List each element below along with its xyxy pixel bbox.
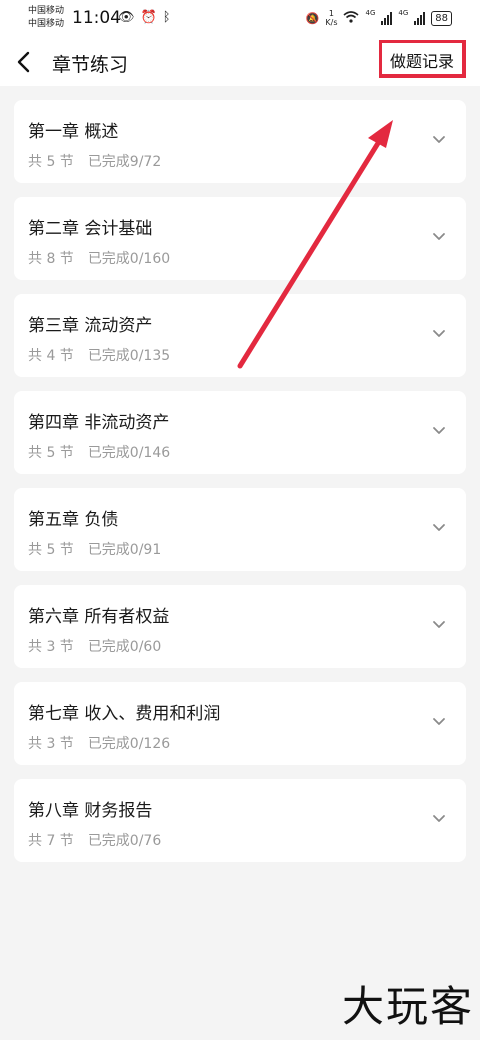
chapter-title: 第八章 财务报告 [28, 801, 153, 821]
alarm-icon: ⏰ [140, 10, 157, 25]
status-time: 11:04 [72, 8, 121, 28]
chapter-progress: 已完成0/91 [87, 542, 162, 558]
chapter-meta: 共 7 节已完成0/76 [28, 830, 161, 850]
chapter-section-count: 共 5 节 [28, 542, 74, 558]
chapter-card[interactable]: 第八章 财务报告 共 7 节已完成0/76 [14, 779, 466, 862]
chapter-card[interactable]: 第六章 所有者权益 共 3 节已完成0/60 [14, 585, 466, 668]
practice-record-button[interactable]: 做题记录 [378, 40, 466, 78]
chapter-card[interactable]: 第五章 负债 共 5 节已完成0/91 [14, 488, 466, 571]
chevron-down-icon[interactable] [432, 329, 446, 339]
chapter-meta: 共 3 节已完成0/60 [28, 636, 161, 656]
chapter-progress: 已完成0/146 [87, 445, 171, 461]
chapter-progress: 已完成0/160 [87, 251, 171, 267]
chevron-down-icon[interactable] [432, 620, 446, 630]
back-button[interactable] [12, 46, 40, 78]
signal-icon [414, 11, 426, 25]
chapter-card[interactable]: 第七章 收入、费用和利润 共 3 节已完成0/126 [14, 682, 466, 765]
chapter-progress: 已完成0/126 [87, 736, 171, 752]
chapter-meta: 共 5 节已完成0/146 [28, 442, 170, 462]
chapter-section-count: 共 8 节 [28, 251, 74, 267]
chapter-title: 第二章 会计基础 [28, 219, 153, 239]
chapter-section-count: 共 7 节 [28, 833, 74, 849]
chapter-card[interactable]: 第三章 流动资产 共 4 节已完成0/135 [14, 294, 466, 377]
chapter-progress: 已完成0/76 [87, 833, 162, 849]
status-icons-left: 👁 ⏰ ᛒ [118, 10, 171, 25]
chapter-title: 第三章 流动资产 [28, 316, 153, 336]
chapter-card[interactable]: 第一章 概述 共 5 节已完成9/72 [14, 100, 466, 183]
nav-bar: 章节练习 做题记录 [0, 38, 480, 86]
chapter-title: 第一章 概述 [28, 122, 119, 142]
chapter-section-count: 共 5 节 [28, 154, 74, 170]
chapter-meta: 共 5 节已完成0/91 [28, 539, 161, 559]
page-title: 章节练习 [52, 54, 129, 76]
chapter-progress: 已完成0/60 [87, 639, 162, 655]
chevron-down-icon[interactable] [432, 426, 446, 436]
chapter-progress: 已完成0/135 [87, 348, 171, 364]
chapter-section-count: 共 3 节 [28, 639, 74, 655]
watermark-logo: 大玩客 [341, 982, 474, 1031]
carrier-1: 中国移动 [28, 6, 65, 16]
bluetooth-icon: ᛒ [162, 10, 171, 25]
network-type-1: 4G [365, 9, 376, 17]
chapter-meta: 共 8 节已完成0/160 [28, 248, 170, 268]
chapter-list: 第一章 概述 共 5 节已完成9/72 第二章 会计基础 共 8 节已完成0/1… [14, 100, 466, 876]
chapter-meta: 共 5 节已完成9/72 [28, 151, 161, 171]
chevron-down-icon[interactable] [432, 135, 446, 145]
net-speed: 1 K/s [325, 9, 338, 27]
chevron-down-icon[interactable] [432, 717, 446, 727]
signal-icon [381, 11, 393, 25]
network-type-2: 4G [398, 9, 409, 17]
chapter-card[interactable]: 第二章 会计基础 共 8 节已完成0/160 [14, 197, 466, 280]
status-icons-right: 🔕 1 K/s 4G 4G 88 [306, 9, 452, 27]
carrier-2: 中国移动 [28, 19, 65, 29]
carrier-names: 中国移动 中国移动 [28, 5, 64, 31]
chapter-title: 第五章 负债 [28, 510, 119, 530]
battery-icon: 88 [431, 10, 452, 26]
chapter-title: 第四章 非流动资产 [28, 413, 170, 433]
chapter-section-count: 共 3 节 [28, 736, 74, 752]
status-bar: 中国移动 中国移动 11:04 👁 ⏰ ᛒ 🔕 1 K/s 4G 4G 88 [0, 0, 480, 38]
chapter-section-count: 共 5 节 [28, 445, 74, 461]
wifi-icon [343, 10, 360, 26]
chapter-meta: 共 4 节已完成0/135 [28, 345, 170, 365]
chapter-title: 第七章 收入、费用和利润 [28, 704, 221, 724]
chapter-section-count: 共 4 节 [28, 348, 74, 364]
chapter-title: 第六章 所有者权益 [28, 607, 170, 627]
chapter-card[interactable]: 第四章 非流动资产 共 5 节已完成0/146 [14, 391, 466, 474]
chapter-meta: 共 3 节已完成0/126 [28, 733, 170, 753]
chevron-down-icon[interactable] [432, 814, 446, 824]
chevron-down-icon[interactable] [432, 523, 446, 533]
mute-bell-icon: 🔕 [305, 11, 320, 25]
chapter-progress: 已完成9/72 [87, 154, 162, 170]
chevron-left-icon [17, 51, 30, 73]
chevron-down-icon[interactable] [432, 232, 446, 242]
eye-icon: 👁 [118, 10, 135, 25]
